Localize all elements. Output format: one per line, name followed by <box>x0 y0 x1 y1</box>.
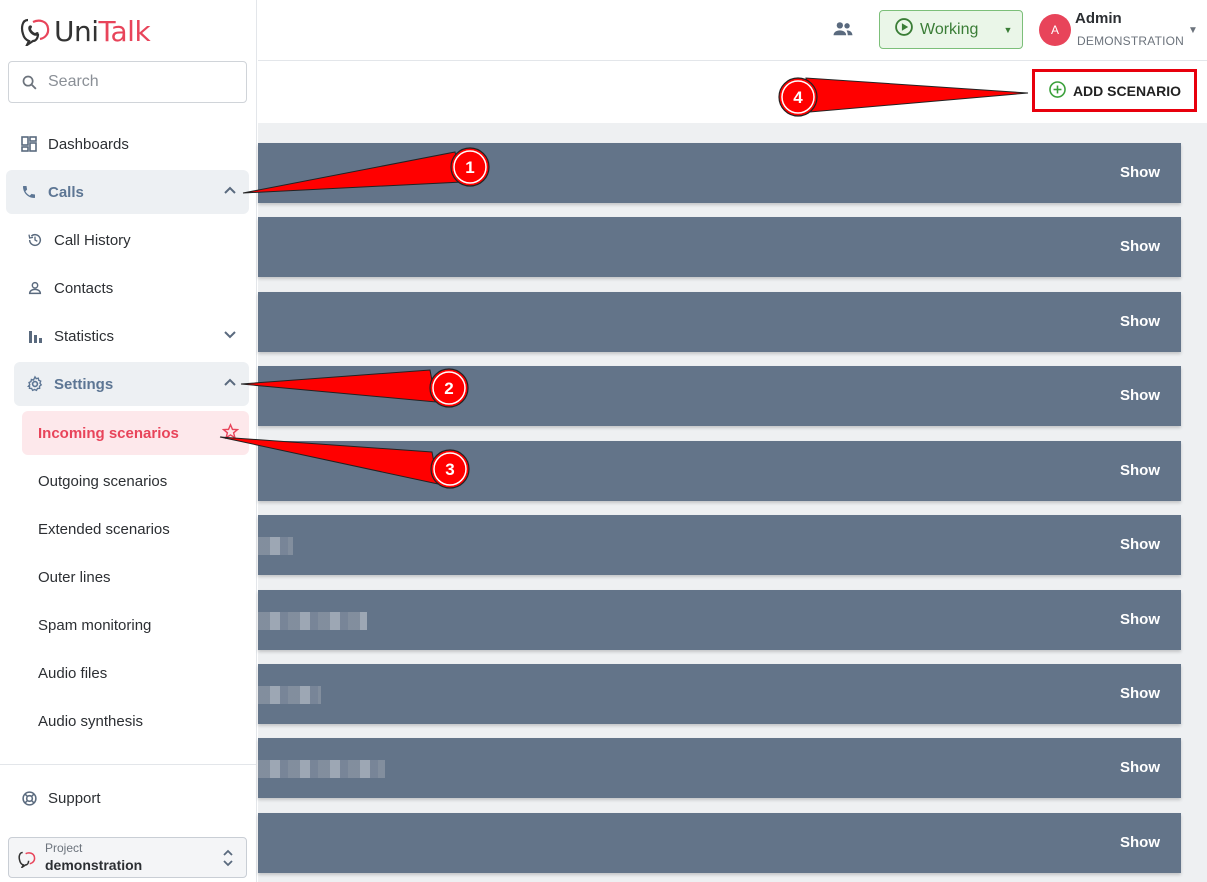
chevron-down-icon <box>223 327 237 345</box>
project-label: Project <box>45 841 83 855</box>
sidebar-item-label: Outer lines <box>38 568 111 586</box>
project-selector[interactable]: Project demonstration <box>8 837 247 878</box>
avatar[interactable]: A <box>1039 14 1071 46</box>
person-icon <box>26 279 44 297</box>
sidebar-item-label: Statistics <box>54 327 115 345</box>
user-name[interactable]: Admin <box>1075 10 1122 27</box>
chevron-updown-icon <box>222 848 234 873</box>
sidebar-item-extended-scenarios[interactable]: Extended scenarios <box>22 507 249 551</box>
unitalk-logo-icon <box>18 850 38 873</box>
user-role: DEMONSTRATION <box>1077 34 1185 48</box>
sidebar: UniTalk Dashboards Calls Call History Co… <box>0 0 257 882</box>
sidebar-item-outer-lines[interactable]: Outer lines <box>22 555 249 599</box>
sidebar-item-label: Contacts <box>54 279 114 297</box>
sidebar-item-label: Spam monitoring <box>38 616 152 634</box>
show-button[interactable]: Show <box>1120 611 1160 628</box>
caret-down-icon[interactable]: ▼ <box>994 11 1022 48</box>
status-label: Working <box>920 20 979 38</box>
status-dropdown[interactable]: Working ▼ <box>879 10 1023 49</box>
history-icon <box>26 231 44 249</box>
sidebar-divider <box>0 764 257 765</box>
scenario-row[interactable]: Show <box>258 143 1181 203</box>
show-button[interactable]: Show <box>1120 313 1160 330</box>
plus-circle-icon <box>1048 80 1067 102</box>
sidebar-item-call-history[interactable]: Call History <box>14 218 249 262</box>
sidebar-item-outgoing-scenarios[interactable]: Outgoing scenarios <box>22 459 249 503</box>
scenario-row[interactable]: Show <box>258 590 1181 650</box>
caret-down-icon[interactable]: ▼ <box>1188 25 1198 36</box>
project-name: demonstration <box>45 857 143 873</box>
sidebar-item-label: Audio files <box>38 664 108 682</box>
show-button[interactable]: Show <box>1120 685 1160 702</box>
show-button[interactable]: Show <box>1120 238 1160 255</box>
bar-chart-icon <box>26 327 44 345</box>
sidebar-item-spam-monitoring[interactable]: Spam monitoring <box>22 603 249 647</box>
logo-text: UniTalk <box>54 14 151 48</box>
scenario-list: Show Show Show Show Show Show Show Show … <box>258 123 1207 882</box>
gear-icon <box>26 375 44 393</box>
sidebar-item-label: Support <box>48 789 101 807</box>
scenario-row[interactable]: Show <box>258 292 1181 352</box>
scenario-row[interactable]: Show <box>258 738 1181 798</box>
sidebar-item-label: Outgoing scenarios <box>38 472 168 490</box>
chevron-up-icon <box>223 375 237 393</box>
play-circle-icon <box>894 17 914 42</box>
sidebar-item-support[interactable]: Support <box>8 776 249 820</box>
top-header: Working ▼ A Admin DEMONSTRATION ▼ <box>258 0 1207 61</box>
scenario-row[interactable]: Show <box>258 813 1181 873</box>
scenario-row[interactable]: Show <box>258 441 1181 501</box>
star-icon[interactable] <box>221 422 240 444</box>
scenario-row[interactable]: Show <box>258 366 1181 426</box>
redacted-name <box>258 612 367 630</box>
show-button[interactable]: Show <box>1120 387 1160 404</box>
lifebuoy-icon <box>20 789 38 807</box>
show-button[interactable]: Show <box>1120 834 1160 851</box>
scenario-row[interactable]: Show <box>258 217 1181 277</box>
search-input[interactable] <box>48 73 228 91</box>
sidebar-item-label: Dashboards <box>48 135 129 153</box>
unitalk-logo-icon <box>20 18 50 46</box>
search-box[interactable] <box>8 61 247 103</box>
redacted-name <box>258 686 321 704</box>
show-button[interactable]: Show <box>1120 164 1160 181</box>
sidebar-item-label: Settings <box>54 375 114 393</box>
sidebar-item-dashboards[interactable]: Dashboards <box>8 122 249 166</box>
scenario-row[interactable]: Show <box>258 515 1181 575</box>
sidebar-item-audio-files[interactable]: Audio files <box>22 651 249 695</box>
dashboard-icon <box>20 135 38 153</box>
show-button[interactable]: Show <box>1120 462 1160 479</box>
sidebar-item-settings[interactable]: Settings <box>14 362 249 406</box>
sidebar-item-statistics[interactable]: Statistics <box>14 314 249 358</box>
sidebar-item-audio-synthesis[interactable]: Audio synthesis <box>22 699 249 743</box>
sidebar-item-contacts[interactable]: Contacts <box>14 266 249 310</box>
show-button[interactable]: Show <box>1120 759 1160 776</box>
sidebar-item-calls[interactable]: Calls <box>6 170 249 214</box>
show-button[interactable]: Show <box>1120 536 1160 553</box>
sidebar-item-label: Audio synthesis <box>38 712 144 730</box>
chevron-up-icon <box>223 183 237 201</box>
add-scenario-button[interactable]: ADD SCENARIO <box>1032 69 1197 112</box>
add-scenario-label: ADD SCENARIO <box>1072 82 1182 99</box>
sidebar-item-incoming-scenarios[interactable]: Incoming scenarios <box>22 411 249 455</box>
search-icon <box>22 75 37 90</box>
phone-icon <box>20 183 38 201</box>
redacted-name <box>258 537 293 555</box>
page-toolbar: ADD SCENARIO <box>258 62 1207 123</box>
sidebar-item-label: Extended scenarios <box>38 520 170 538</box>
team-icon[interactable] <box>832 20 854 43</box>
redacted-name <box>258 760 385 778</box>
logo[interactable]: UniTalk <box>20 14 151 48</box>
sidebar-item-label: Call History <box>54 231 131 249</box>
sidebar-item-label: Calls <box>48 183 84 201</box>
sidebar-item-label: Incoming scenarios <box>38 424 179 442</box>
scenario-row[interactable]: Show <box>258 664 1181 724</box>
